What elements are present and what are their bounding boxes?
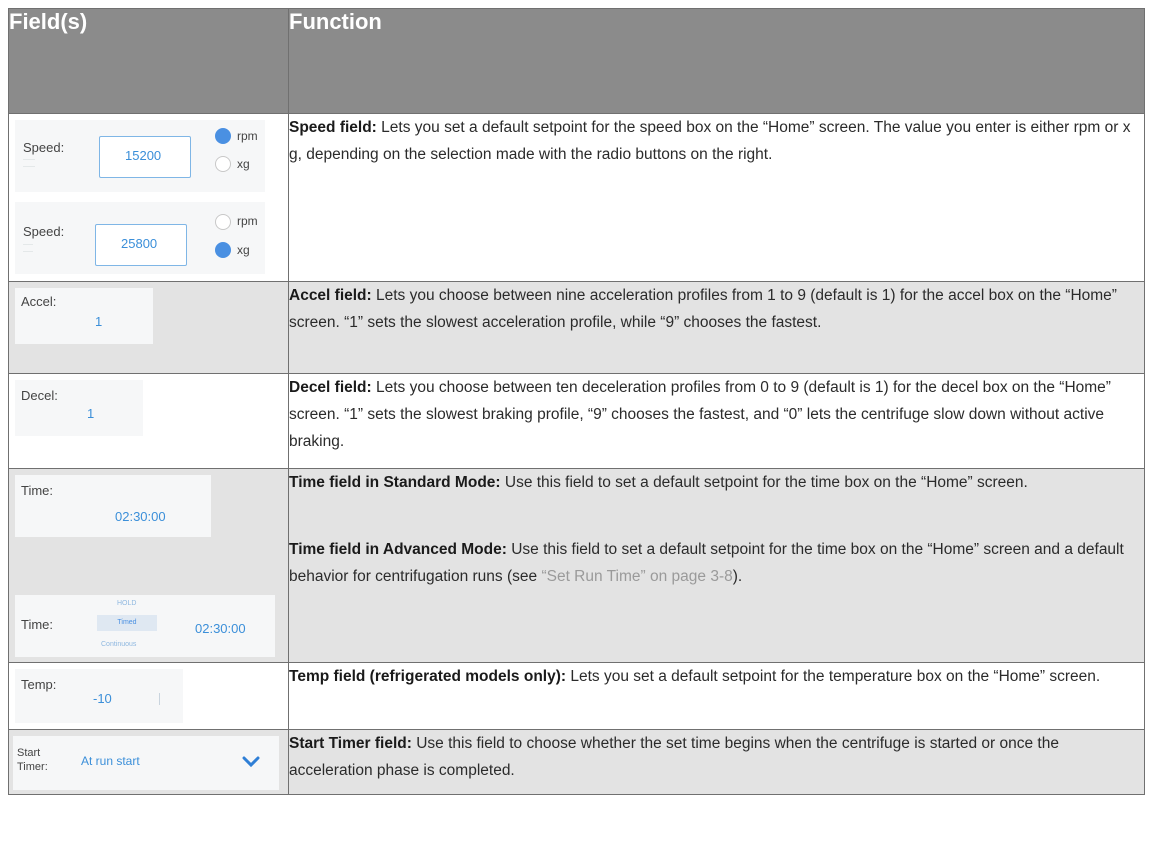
table-row-start-timer: Start Timer: At run start Start Timer fie…	[8, 729, 1145, 795]
time-description: Time field in Standard Mode: Use this fi…	[288, 468, 1145, 663]
radio-xg[interactable]	[215, 156, 231, 172]
start-timer-title: Start Timer field:	[289, 735, 412, 752]
time-label: Time:	[21, 483, 54, 498]
header-function: Function	[288, 8, 1145, 114]
radio-rpm[interactable]	[215, 214, 231, 230]
decel-screenshot: Decel: 1	[8, 373, 289, 469]
speed-value: 15200	[125, 148, 162, 163]
radio-xg-label: xg	[237, 243, 250, 257]
table-row-decel: Decel: 1 Decel field: Lets you choose be…	[8, 373, 1145, 469]
decel-panel: Decel: 1	[15, 380, 143, 436]
radio-rpm[interactable]	[215, 128, 231, 144]
speed-label: Speed:	[23, 224, 65, 239]
speed-label: Speed:	[23, 140, 65, 155]
speed-range-hint: ····· ·····	[23, 242, 33, 255]
speed-value: 25800	[121, 236, 158, 251]
accel-description: Accel field: Lets you choose between nin…	[288, 281, 1145, 374]
temp-label: Temp:	[21, 677, 57, 692]
temp-value: -10	[93, 691, 112, 706]
table-header-row: Field(s) Function	[8, 8, 1145, 114]
mode-option-hold[interactable]: HOLD	[117, 600, 136, 607]
fields-table: Field(s) Function Speed: ······ ······ 15…	[8, 8, 1145, 795]
time-advanced-title: Time field in Advanced Mode:	[289, 541, 507, 558]
accel-screenshot: Accel: 1	[8, 281, 289, 374]
accel-title: Accel field:	[289, 287, 372, 304]
time-standard-text: Use this field to set a default setpoint…	[500, 474, 1028, 491]
speed-panel-rpm: Speed: ······ ······ 15200 rpm xg	[15, 120, 265, 192]
set-run-time-link[interactable]: “Set Run Time” on page 3-8	[541, 568, 732, 585]
start-timer-panel: Start Timer: At run start	[13, 736, 279, 790]
header-fields: Field(s)	[8, 8, 289, 114]
table-row-time: Time: 02:30:00 Time: HOLD Timed Continuo…	[8, 468, 1145, 663]
radio-xg-label: xg	[237, 157, 250, 171]
accel-value: 1	[95, 314, 103, 329]
time-advanced-text-end: ).	[732, 568, 743, 585]
accel-label: Accel:	[21, 294, 57, 309]
time-standard-description: Time field in Standard Mode: Use this fi…	[289, 469, 1144, 496]
accel-text: Lets you choose between nine acceleratio…	[289, 287, 1117, 331]
speed-title: Speed field:	[289, 119, 377, 136]
table-row-speed: Speed: ······ ······ 15200 rpm xg Speed: …	[8, 113, 1145, 282]
start-timer-screenshot: Start Timer: At run start	[8, 729, 289, 795]
temp-text: Lets you set a default setpoint for the …	[566, 668, 1101, 685]
speed-description: Speed field: Lets you set a default setp…	[288, 113, 1145, 282]
radio-xg[interactable]	[215, 242, 231, 258]
time-screenshot: Time: 02:30:00 Time: HOLD Timed Continuo…	[8, 468, 289, 663]
decel-title: Decel field:	[289, 379, 372, 396]
temp-unit-divider	[159, 693, 160, 705]
speed-panel-xg: Speed: ····· ····· 25800 rpm xg	[15, 202, 265, 274]
speed-text: Lets you set a default setpoint for the …	[289, 119, 1131, 163]
radio-rpm-label: rpm	[237, 129, 258, 143]
start-timer-dropdown[interactable]: At run start	[73, 742, 269, 782]
table-row-accel: Accel: 1 Accel field: Lets you choose be…	[8, 281, 1145, 374]
table-row-temp: Temp: -10 Temp field (refrigerated model…	[8, 662, 1145, 730]
time-standard-title: Time field in Standard Mode:	[289, 474, 501, 491]
start-timer-label: Start Timer:	[17, 747, 48, 773]
speed-range-hint: ······ ······	[23, 157, 35, 170]
temp-screenshot: Temp: -10	[8, 662, 289, 730]
time-value: 02:30:00	[195, 621, 246, 636]
start-timer-description: Start Timer field: Use this field to cho…	[288, 729, 1145, 795]
decel-label: Decel:	[21, 388, 58, 403]
mode-option-timed[interactable]: Timed	[97, 615, 157, 631]
temp-title: Temp field (refrigerated models only):	[289, 668, 567, 685]
time-advanced-description: Time field in Advanced Mode: Use this fi…	[289, 536, 1144, 590]
start-timer-value: At run start	[81, 754, 140, 768]
accel-panel: Accel: 1	[15, 288, 153, 344]
temp-description: Temp field (refrigerated models only): L…	[288, 662, 1145, 730]
time-label: Time:	[21, 617, 54, 632]
time-advanced-panel: Time: HOLD Timed Continuous 02:30:00	[15, 595, 275, 657]
temp-panel: Temp: -10	[15, 669, 183, 723]
time-standard-panel: Time: 02:30:00	[15, 475, 211, 537]
decel-text: Lets you choose between ten deceleration…	[289, 379, 1111, 450]
chevron-down-icon[interactable]	[241, 755, 261, 769]
radio-rpm-label: rpm	[237, 214, 258, 228]
mode-option-continuous[interactable]: Continuous	[101, 641, 136, 648]
speed-screenshot: Speed: ······ ······ 15200 rpm xg Speed: …	[8, 113, 289, 282]
decel-value: 1	[87, 406, 95, 421]
decel-description: Decel field: Lets you choose between ten…	[288, 373, 1145, 469]
time-value: 02:30:00	[115, 509, 166, 524]
